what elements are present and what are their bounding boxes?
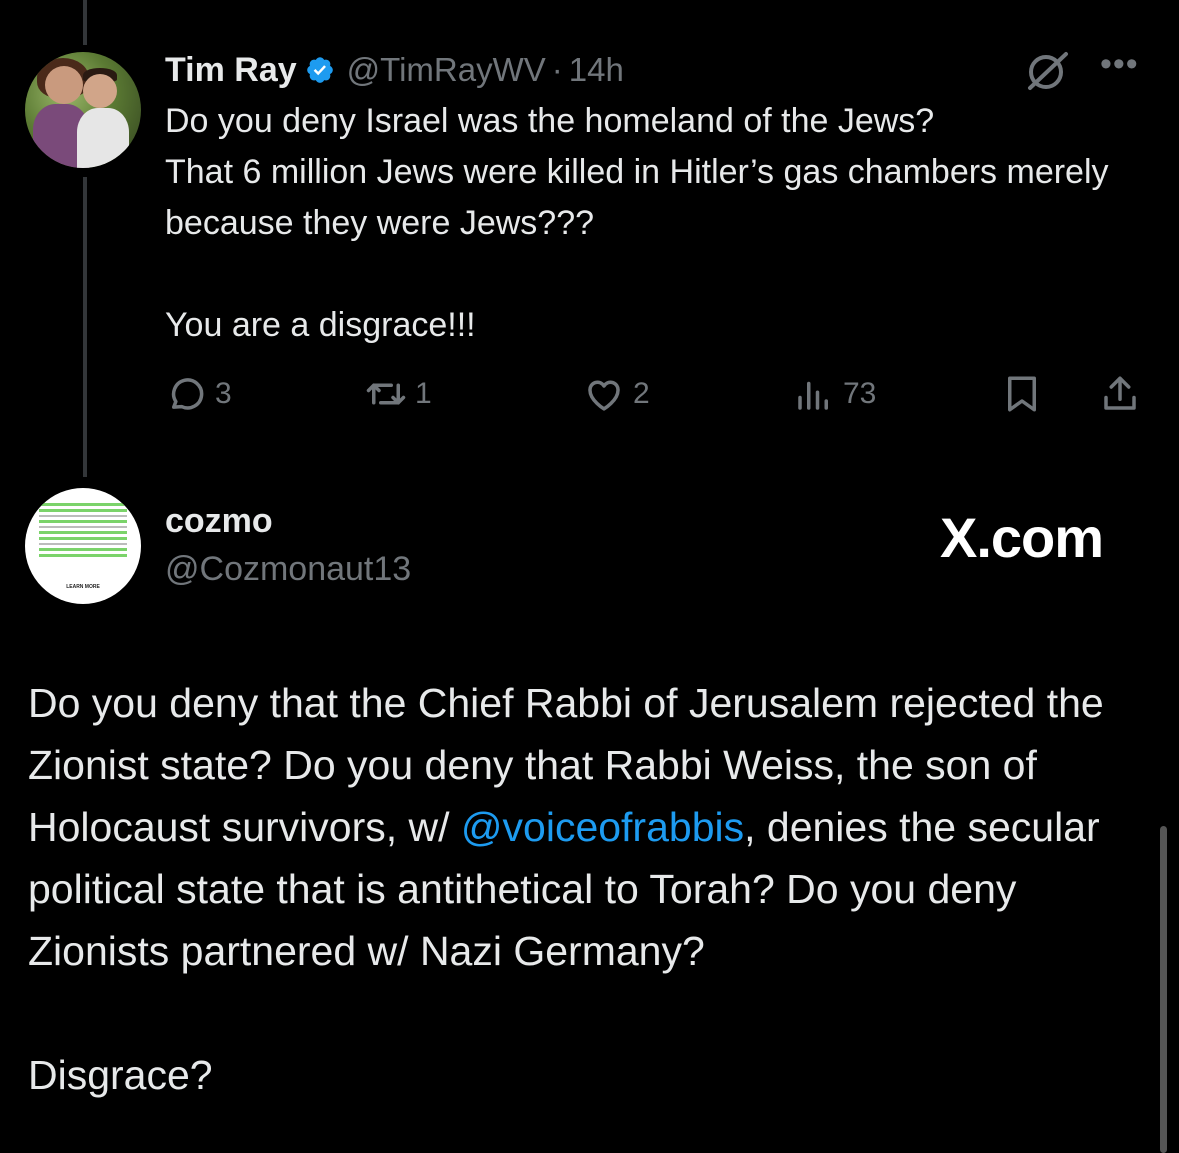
scripture-image (39, 500, 127, 570)
tweet-header: Tim Ray @TimRayWV · 14h (165, 48, 624, 92)
reply-count: 3 (215, 377, 232, 410)
bookmark-button[interactable] (1001, 366, 1043, 422)
thread-line-top (83, 0, 87, 45)
like-count: 2 (633, 377, 650, 410)
reply-author-handle[interactable]: @Cozmonaut13 (165, 550, 411, 589)
separator-dot: · (551, 51, 563, 88)
mention-link[interactable]: @voiceofrabbis (461, 804, 744, 850)
avatar-caption: LEARN MORE (66, 584, 100, 590)
more-icon[interactable]: ••• (1100, 47, 1139, 81)
avatar[interactable] (25, 52, 141, 168)
reply-avatar[interactable]: LEARN MORE (25, 488, 141, 604)
tweet-actions: 3 1 2 73 (165, 366, 1155, 422)
like-button[interactable]: 2 (583, 366, 650, 422)
views-icon (798, 381, 828, 410)
grok-icon[interactable] (1022, 48, 1072, 92)
share-icon (1104, 376, 1136, 410)
scrollbar[interactable] (1160, 826, 1167, 1153)
reply-closing: Disgrace? (28, 1052, 213, 1098)
view-count: 73 (843, 377, 877, 410)
thread-line (83, 177, 87, 477)
repost-count: 1 (415, 377, 432, 410)
reply-icon (171, 378, 204, 410)
x-thread-screen: Tim Ray @TimRayWV · 14h ••• Do you deny … (0, 0, 1179, 1153)
reply-button[interactable]: 3 (165, 366, 232, 422)
like-icon (588, 380, 620, 411)
timestamp[interactable]: 14h (569, 51, 624, 89)
verified-badge-icon[interactable] (305, 55, 335, 85)
author-name[interactable]: Tim Ray (165, 51, 297, 90)
bookmark-icon (1008, 376, 1036, 412)
x-com-watermark: X.com (940, 506, 1104, 569)
author-handle[interactable]: @TimRayWV (347, 51, 546, 89)
reply-author-name[interactable]: cozmo (165, 502, 273, 541)
tweet-text: Do you deny Israel was the homeland of t… (165, 102, 1109, 344)
share-button[interactable] (1099, 366, 1141, 422)
repost-icon (366, 383, 406, 405)
reply-text: Do you deny that the Chief Rabbi of Jeru… (28, 672, 1153, 1106)
repost-button[interactable]: 1 (365, 366, 432, 422)
views-button[interactable]: 73 (793, 366, 876, 422)
